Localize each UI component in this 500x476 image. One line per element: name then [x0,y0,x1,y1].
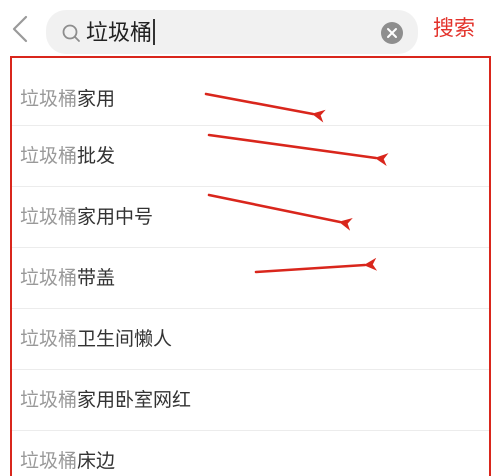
search-page: 垃圾桶 搜索 垃圾桶家用 垃圾桶批发 垃圾桶家用中号 垃圾桶带盖 垃圾桶卫生间懒… [0,0,500,476]
suggestion-suffix: 家用中号 [77,206,154,228]
suggestion-keyword: 垃圾桶 [20,450,78,472]
suggestion-suffix: 家用卧室网红 [77,389,192,411]
suggestion-keyword: 垃圾桶 [20,389,78,411]
suggestion-suffix: 带盖 [77,267,116,289]
suggestion-suffix: 卫生间懒人 [77,328,173,350]
search-input[interactable]: 垃圾桶 [46,10,418,54]
suggestion-keyword: 垃圾桶 [20,267,78,289]
clear-circle-icon[interactable] [380,21,404,45]
list-item[interactable]: 垃圾桶家用卧室网红 [12,370,489,431]
suggestion-keyword: 垃圾桶 [20,206,78,228]
suggestion-keyword: 垃圾桶 [20,328,78,350]
list-item[interactable]: 垃圾桶卫生间懒人 [12,309,489,370]
text-caret [153,19,156,45]
list-item[interactable]: 垃圾桶带盖 [12,248,489,309]
suggestion-list: 垃圾桶家用 垃圾桶批发 垃圾桶家用中号 垃圾桶带盖 垃圾桶卫生间懒人 垃圾桶家用… [12,58,489,476]
suggestion-panel: 垃圾桶家用 垃圾桶批发 垃圾桶家用中号 垃圾桶带盖 垃圾桶卫生间懒人 垃圾桶家用… [10,56,491,476]
list-item[interactable]: 垃圾桶家用中号 [12,187,489,248]
suggestion-suffix: 批发 [77,145,116,167]
search-header: 垃圾桶 搜索 [0,0,500,56]
search-button[interactable]: 搜索 [433,15,475,41]
list-item[interactable]: 垃圾桶批发 [12,126,489,187]
suggestion-keyword: 垃圾桶 [20,88,78,110]
suggestion-suffix: 家用 [77,88,116,110]
list-item[interactable]: 垃圾桶家用 [12,58,489,126]
suggestion-suffix: 床边 [77,450,116,472]
suggestion-keyword: 垃圾桶 [20,145,78,167]
list-item[interactable]: 垃圾桶床边 [12,431,489,476]
search-query-text: 垃圾桶 [86,19,156,47]
chevron-left-icon[interactable] [8,14,34,44]
search-icon [62,24,80,42]
